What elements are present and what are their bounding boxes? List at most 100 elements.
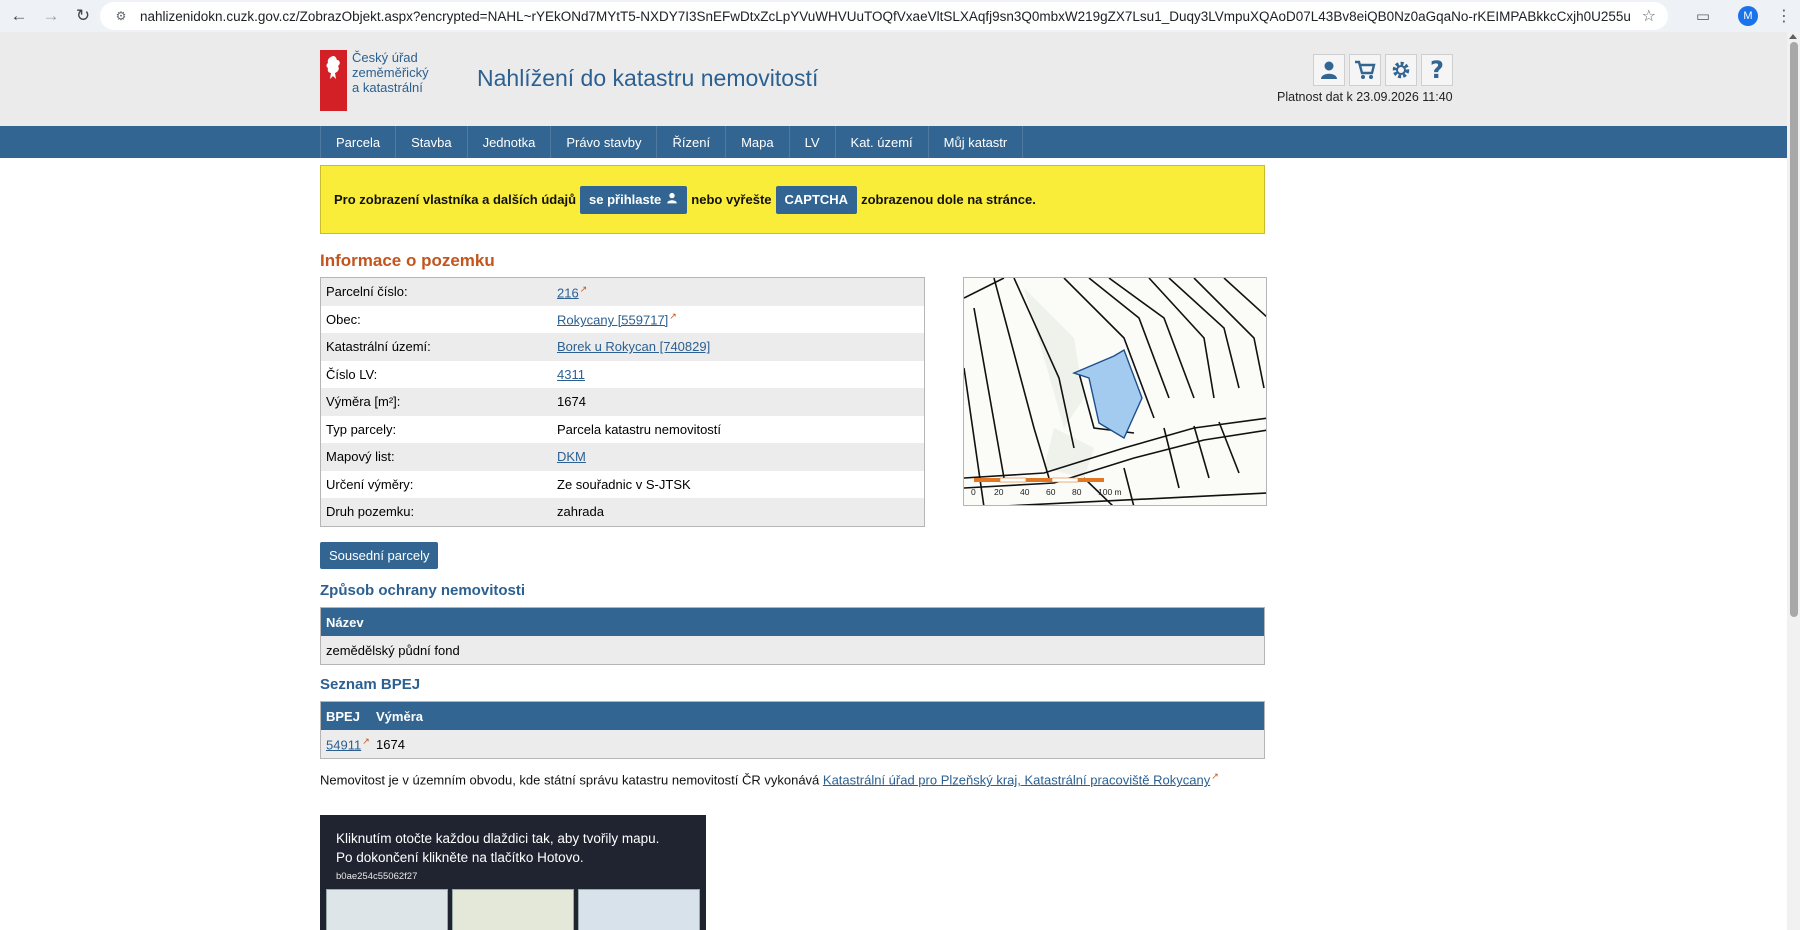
- login-button[interactable]: se přihlaste: [580, 185, 688, 214]
- info-label: Mapový list:: [326, 449, 395, 465]
- bookmark-star-icon[interactable]: ☆: [1642, 6, 1656, 26]
- info-label: Parcelní číslo:: [326, 284, 408, 300]
- scale-label: 80: [1072, 487, 1082, 497]
- info-label: Určení výměry:: [326, 476, 414, 492]
- external-link-icon: ↗: [1211, 771, 1219, 781]
- cuzk-logo[interactable]: Český úřad zeměměřický a katastrální: [320, 50, 429, 111]
- table-row: zemědělský půdní fond: [321, 636, 1264, 664]
- profile-avatar[interactable]: M: [1738, 6, 1758, 26]
- user-icon[interactable]: [1313, 54, 1345, 86]
- logo-line-1: Český úřad: [352, 50, 418, 65]
- captcha-id: b0ae254c55062f27: [336, 871, 418, 882]
- column-header-vymera: Výměra: [376, 708, 423, 724]
- captcha-tile[interactable]: [452, 889, 574, 930]
- url-text[interactable]: nahlizenidokn.cuzk.gov.cz/ZobrazObjekt.a…: [140, 9, 1630, 24]
- bpej-heading: Seznam BPEJ: [320, 676, 421, 693]
- captcha-button[interactable]: CAPTCHA: [775, 185, 858, 214]
- parcel-info-heading: Informace o pozemku: [320, 251, 495, 270]
- parcel-info-table: Parcelní číslo: 216↗ Obec: Rokycany [559717…: [320, 277, 925, 527]
- info-value: DKM: [557, 449, 924, 464]
- site-header: Český úřad zeměměřický a katastrální Nah…: [0, 32, 1787, 126]
- authority-link[interactable]: Katastrální úřad pro Plzeňský kraj, Kata…: [823, 772, 1210, 787]
- info-value: Parcela katastru nemovitostí: [557, 421, 722, 437]
- menu-muj-katastr[interactable]: Můj katastr: [927, 126, 1024, 158]
- logo-text: Český úřad zeměměřický a katastrální: [352, 50, 429, 95]
- column-header-nazev: Název: [326, 614, 364, 630]
- info-value-link[interactable]: DKM: [557, 449, 586, 464]
- external-link-icon: ↗: [669, 311, 677, 322]
- info-value: Ze souřadnic v S-JTSK: [557, 476, 691, 492]
- captcha-tile[interactable]: [578, 889, 700, 930]
- page-scrollbar[interactable]: [1787, 32, 1800, 930]
- authority-text: Nemovitost je v územním obvodu, kde stát…: [320, 772, 820, 788]
- info-value: Borek u Rokycan [740829]: [557, 339, 924, 354]
- info-value: zahrada: [557, 504, 604, 520]
- notice-text-1: Pro zobrazení vlastníka a dalších údajů: [334, 192, 577, 207]
- info-value-link[interactable]: Borek u Rokycan [740829]: [557, 339, 710, 354]
- info-value: 1674: [557, 394, 586, 410]
- captcha-tile[interactable]: [326, 889, 448, 930]
- forward-icon[interactable]: →: [38, 3, 64, 29]
- info-row: Druh pozemku: zahrada: [321, 498, 924, 526]
- browser-toolbar: ← → ↻ ⚙ nahlizenidokn.cuzk.gov.cz/Zobraz…: [0, 0, 1800, 32]
- info-label: Obec:: [326, 311, 361, 327]
- menu-kat-uzemi[interactable]: Kat. území: [834, 126, 928, 158]
- menu-stavba[interactable]: Stavba: [395, 126, 466, 158]
- menu-mapa[interactable]: Mapa: [725, 126, 789, 158]
- info-value-link[interactable]: 4311: [557, 367, 585, 382]
- info-label: Druh pozemku:: [326, 504, 415, 520]
- protection-table: Název zemědělský půdní fond: [320, 607, 1265, 665]
- neighbor-parcels-button[interactable]: Sousední parcely: [320, 542, 439, 569]
- table-row: 54911↗ 1674: [321, 730, 1264, 758]
- info-value-link[interactable]: Rokycany [559717]: [557, 312, 668, 327]
- protection-value: zemědělský půdní fond: [326, 642, 460, 658]
- scale-label: 60: [1046, 487, 1056, 497]
- info-row: Katastrální území: Borek u Rokycan [74082…: [321, 333, 924, 361]
- user-icon: [666, 192, 678, 207]
- external-link-icon: ↗: [579, 283, 588, 294]
- menu-pravo-stavby[interactable]: Právo stavby: [550, 126, 656, 158]
- info-value: Rokycany [559717]↗: [557, 311, 924, 327]
- login-notice: Pro zobrazení vlastníka a dalších údajů …: [320, 165, 1265, 234]
- help-icon[interactable]: ?: [1421, 54, 1453, 86]
- bpej-code-link[interactable]: 54911: [326, 737, 361, 752]
- notice-text-2: nebo vyřešte: [691, 192, 772, 207]
- column-header-bpej: BPEJ: [326, 708, 360, 724]
- site-title[interactable]: Nahlížení do katastru nemovitostí: [477, 65, 818, 92]
- extensions-icon[interactable]: ▭: [1688, 7, 1718, 25]
- page: Český úřad zeměměřický a katastrální Nah…: [0, 32, 1787, 930]
- data-validity: Platnost dat k 23.09.2026 11:40: [1277, 90, 1453, 104]
- menu-lv[interactable]: LV: [788, 126, 835, 158]
- info-label: Výměra [m²]:: [326, 394, 401, 410]
- logo-line-2: zeměměřický: [352, 65, 429, 80]
- protection-heading: Způsob ochrany nemovitosti: [320, 582, 526, 599]
- captcha-widget: Kliknutím otočte každou dlaždici tak, ab…: [320, 815, 706, 930]
- scale-label: 40: [1020, 487, 1030, 497]
- cart-icon[interactable]: [1349, 54, 1381, 86]
- login-button-label: se přihlaste: [589, 192, 662, 207]
- map-scale-bar: 0 20 40 60 80 100 m: [971, 477, 1122, 497]
- info-label: Typ parcely:: [326, 421, 397, 437]
- site-info-icon[interactable]: ⚙: [110, 9, 132, 23]
- settings-gear-icon[interactable]: [1385, 54, 1417, 86]
- external-link-icon: ↗: [362, 735, 370, 746]
- reload-icon[interactable]: ↻: [70, 3, 96, 29]
- parcel-map[interactable]: 0 20 40 60 80 100 m: [963, 277, 1267, 506]
- menu-rizeni[interactable]: Řízení: [656, 126, 725, 158]
- info-row: Typ parcely: Parcela katastru nemovitostí: [321, 415, 924, 443]
- info-label: Číslo LV:: [326, 366, 378, 382]
- info-value-link[interactable]: 216: [557, 285, 579, 300]
- menu-jednotka[interactable]: Jednotka: [466, 126, 551, 158]
- bpej-table: BPEJ Výměra 54911↗ 1674: [320, 701, 1265, 759]
- menu-parcela[interactable]: Parcela: [320, 126, 395, 158]
- scroll-thumb[interactable]: [1790, 42, 1798, 617]
- address-bar[interactable]: ⚙ nahlizenidokn.cuzk.gov.cz/ZobrazObjekt…: [100, 2, 1668, 30]
- info-row: Určení výměry: Ze souřadnic v S-JTSK: [321, 470, 924, 498]
- table-header-row: Název: [321, 608, 1264, 636]
- scroll-up-icon[interactable]: [1789, 34, 1797, 39]
- back-icon[interactable]: ←: [6, 3, 32, 29]
- scale-label: 0: [971, 487, 976, 497]
- browser-menu-icon[interactable]: ⋮: [1776, 6, 1792, 26]
- notice-text-3: zobrazenou dole na stránce.: [861, 192, 1036, 207]
- cuzk-lion-emblem-icon: [320, 50, 347, 111]
